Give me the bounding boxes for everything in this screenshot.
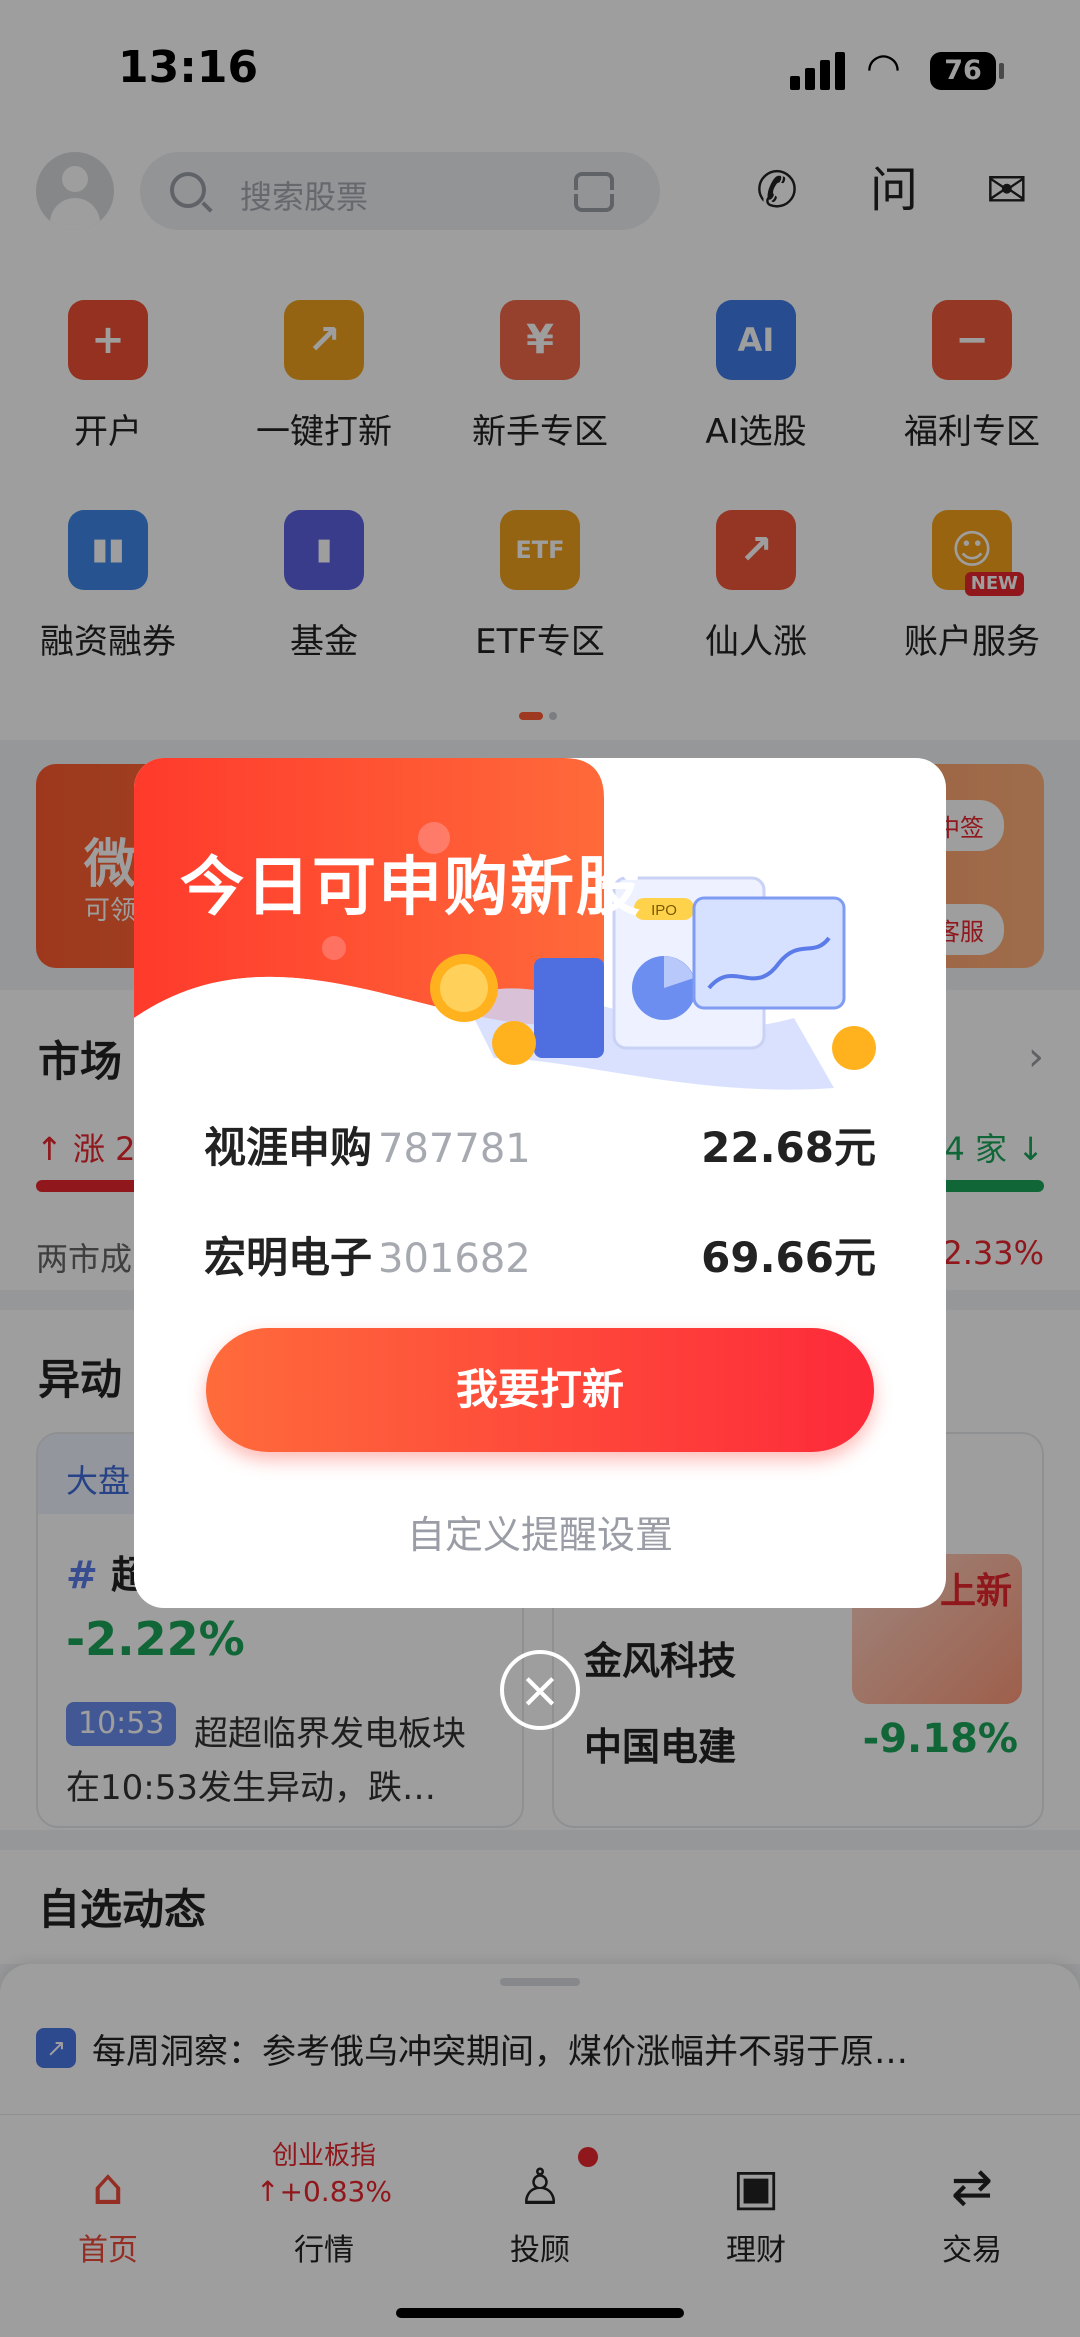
ipo-stock-row[interactable]: 视涯申购 787781 22.68元: [204, 1114, 876, 1174]
stock-name: 视涯申购: [204, 1123, 373, 1172]
close-icon[interactable]: ×: [500, 1650, 580, 1730]
stock-code: 787781: [378, 1126, 531, 1172]
stock-code: 301682: [378, 1236, 531, 1282]
stock-price: 22.68元: [701, 1123, 876, 1172]
modal-title: 今日可申购新股: [180, 851, 642, 925]
ipo-stock-row[interactable]: 宏明电子 301682 69.66元: [204, 1224, 876, 1284]
svg-text:IPO: IPO: [651, 902, 677, 919]
custom-reminder-settings-link[interactable]: 自定义提醒设置: [134, 1504, 946, 1559]
stock-price: 69.66元: [701, 1233, 876, 1282]
subscribe-ipo-button[interactable]: 我要打新: [206, 1328, 874, 1452]
ipo-modal: IPO 今日可申购新股 视涯申购 787781 22.68元 宏明电子 301682…: [134, 758, 946, 1608]
stock-name: 宏明电子: [204, 1233, 373, 1282]
modal-header-art: IPO: [134, 758, 946, 1118]
